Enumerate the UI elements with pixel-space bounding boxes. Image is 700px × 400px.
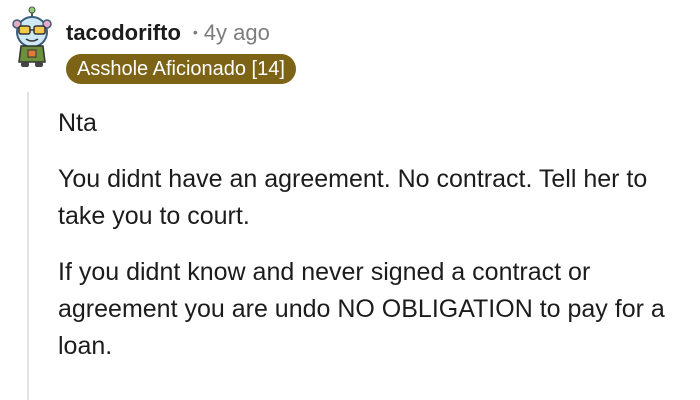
comment-paragraph: You didnt have an agreement. No contract… — [58, 165, 648, 230]
comment-header: tacodorifto • 4y ago — [66, 20, 270, 46]
username-link[interactable]: tacodorifto — [66, 20, 181, 46]
comment: tacodorifto • 4y ago Asshole Aficionado [… — [0, 0, 700, 400]
separator-dot: • — [192, 24, 198, 40]
comment-meta: • 4y ago — [193, 20, 270, 46]
timestamp[interactable]: 4y ago — [204, 20, 270, 45]
comment-body: Nta You didnt have an agreement. No cont… — [58, 105, 694, 384]
comment-paragraph: Nta — [58, 109, 97, 137]
user-flair: Asshole Aficionado [14] — [66, 54, 296, 84]
avatar[interactable] — [4, 6, 60, 70]
comment-paragraph: If you didnt know and never signed a con… — [58, 258, 665, 360]
thread-line[interactable] — [27, 92, 29, 400]
snoo-avatar-icon — [12, 6, 52, 67]
